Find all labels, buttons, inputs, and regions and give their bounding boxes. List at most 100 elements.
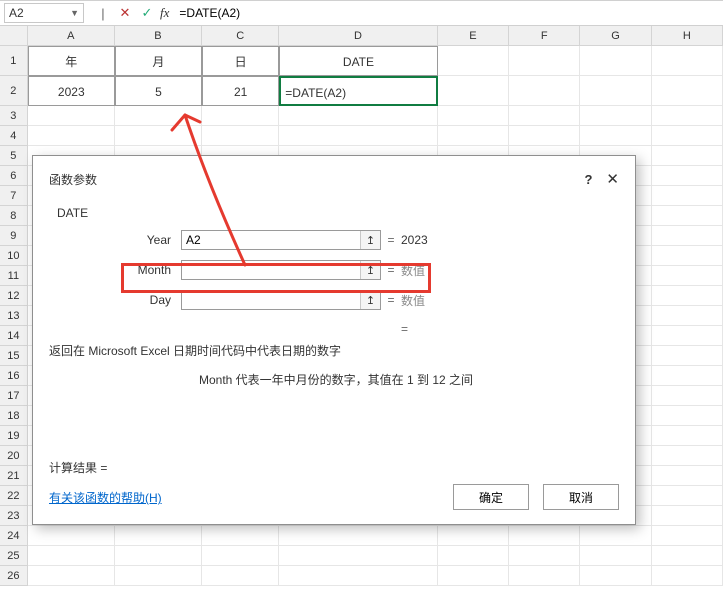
help-link[interactable]: 有关该函数的帮助(H) <box>49 489 162 506</box>
cell[interactable] <box>652 246 723 266</box>
cell[interactable] <box>509 546 580 566</box>
cell[interactable] <box>580 126 651 146</box>
cell[interactable] <box>28 126 115 146</box>
help-icon[interactable]: ? <box>584 172 592 187</box>
cell[interactable] <box>115 546 202 566</box>
row-header[interactable]: 24 <box>0 526 28 546</box>
cell[interactable]: DATE <box>279 46 437 76</box>
cell[interactable] <box>202 546 279 566</box>
cell[interactable] <box>279 526 437 546</box>
cell[interactable] <box>652 106 723 126</box>
cell[interactable] <box>279 566 437 586</box>
cell[interactable] <box>652 306 723 326</box>
cell[interactable] <box>580 76 651 106</box>
cell[interactable] <box>438 526 509 546</box>
fx-icon[interactable]: fx <box>160 5 169 21</box>
cell[interactable] <box>652 366 723 386</box>
cancel-button[interactable]: 取消 <box>543 484 619 510</box>
cell[interactable] <box>438 566 509 586</box>
name-box[interactable]: A2 ▼ <box>4 3 84 23</box>
cell[interactable] <box>580 546 651 566</box>
ok-button[interactable]: 确定 <box>453 484 529 510</box>
cell[interactable] <box>202 526 279 546</box>
cell[interactable] <box>279 106 437 126</box>
row-header[interactable]: 18 <box>0 406 28 426</box>
cell[interactable] <box>509 46 580 76</box>
cell[interactable] <box>580 526 651 546</box>
cell[interactable] <box>279 126 437 146</box>
cell[interactable] <box>115 526 202 546</box>
range-picker-icon[interactable]: ↥ <box>360 261 380 279</box>
cell[interactable] <box>438 106 509 126</box>
row-header[interactable]: 17 <box>0 386 28 406</box>
row-header[interactable]: 12 <box>0 286 28 306</box>
cell[interactable] <box>652 486 723 506</box>
col-header-D[interactable]: D <box>279 26 437 46</box>
col-header-F[interactable]: F <box>509 26 580 46</box>
formula-input[interactable] <box>175 3 723 23</box>
month-input[interactable] <box>182 261 360 279</box>
cell[interactable] <box>652 166 723 186</box>
row-header[interactable]: 11 <box>0 266 28 286</box>
row-header[interactable]: 22 <box>0 486 28 506</box>
cell[interactable] <box>652 466 723 486</box>
row-header[interactable]: 4 <box>0 126 28 146</box>
cell[interactable] <box>438 126 509 146</box>
col-header-E[interactable]: E <box>438 26 509 46</box>
cell[interactable]: 年 <box>28 46 115 76</box>
cell[interactable] <box>652 326 723 346</box>
cell[interactable] <box>28 546 115 566</box>
row-header[interactable]: 21 <box>0 466 28 486</box>
cell[interactable] <box>652 226 723 246</box>
cell[interactable] <box>28 106 115 126</box>
chevron-down-icon[interactable]: ▼ <box>70 8 79 18</box>
row-header[interactable]: 16 <box>0 366 28 386</box>
active-cell[interactable]: =DATE(A2) <box>279 76 437 106</box>
cell[interactable] <box>580 46 651 76</box>
cell[interactable] <box>202 566 279 586</box>
row-header[interactable]: 14 <box>0 326 28 346</box>
cell[interactable] <box>115 126 202 146</box>
cell[interactable]: 日 <box>202 46 279 76</box>
row-header[interactable]: 25 <box>0 546 28 566</box>
cell[interactable] <box>652 206 723 226</box>
year-input[interactable] <box>182 231 360 249</box>
row-header[interactable]: 2 <box>0 76 28 106</box>
cell[interactable] <box>115 566 202 586</box>
cell[interactable] <box>652 566 723 586</box>
col-header-G[interactable]: G <box>580 26 651 46</box>
cell[interactable] <box>652 186 723 206</box>
row-header[interactable]: 20 <box>0 446 28 466</box>
col-header-A[interactable]: A <box>28 26 115 46</box>
cell[interactable] <box>652 546 723 566</box>
cell[interactable] <box>652 286 723 306</box>
col-header-B[interactable]: B <box>115 26 202 46</box>
cell[interactable]: 21 <box>202 76 279 106</box>
cell[interactable] <box>652 446 723 466</box>
row-header[interactable]: 6 <box>0 166 28 186</box>
cell[interactable]: 月 <box>115 46 202 76</box>
cell[interactable] <box>652 126 723 146</box>
cell[interactable] <box>509 126 580 146</box>
cell[interactable] <box>28 566 115 586</box>
cell[interactable] <box>652 426 723 446</box>
cell[interactable] <box>509 526 580 546</box>
row-header[interactable]: 26 <box>0 566 28 586</box>
cell[interactable] <box>438 46 509 76</box>
col-header-H[interactable]: H <box>652 26 723 46</box>
cell[interactable] <box>279 546 437 566</box>
day-input[interactable] <box>182 291 360 309</box>
row-header[interactable]: 15 <box>0 346 28 366</box>
cell[interactable] <box>652 526 723 546</box>
close-icon[interactable]: ✕ <box>606 170 619 188</box>
cell[interactable] <box>652 46 723 76</box>
cell[interactable] <box>202 126 279 146</box>
cell[interactable] <box>652 386 723 406</box>
cell[interactable] <box>509 566 580 586</box>
confirm-icon[interactable]: ✓ <box>136 3 158 23</box>
cell[interactable] <box>652 146 723 166</box>
cell[interactable] <box>652 346 723 366</box>
range-picker-icon[interactable]: ↥ <box>360 291 380 309</box>
row-header[interactable]: 13 <box>0 306 28 326</box>
cell[interactable] <box>438 546 509 566</box>
